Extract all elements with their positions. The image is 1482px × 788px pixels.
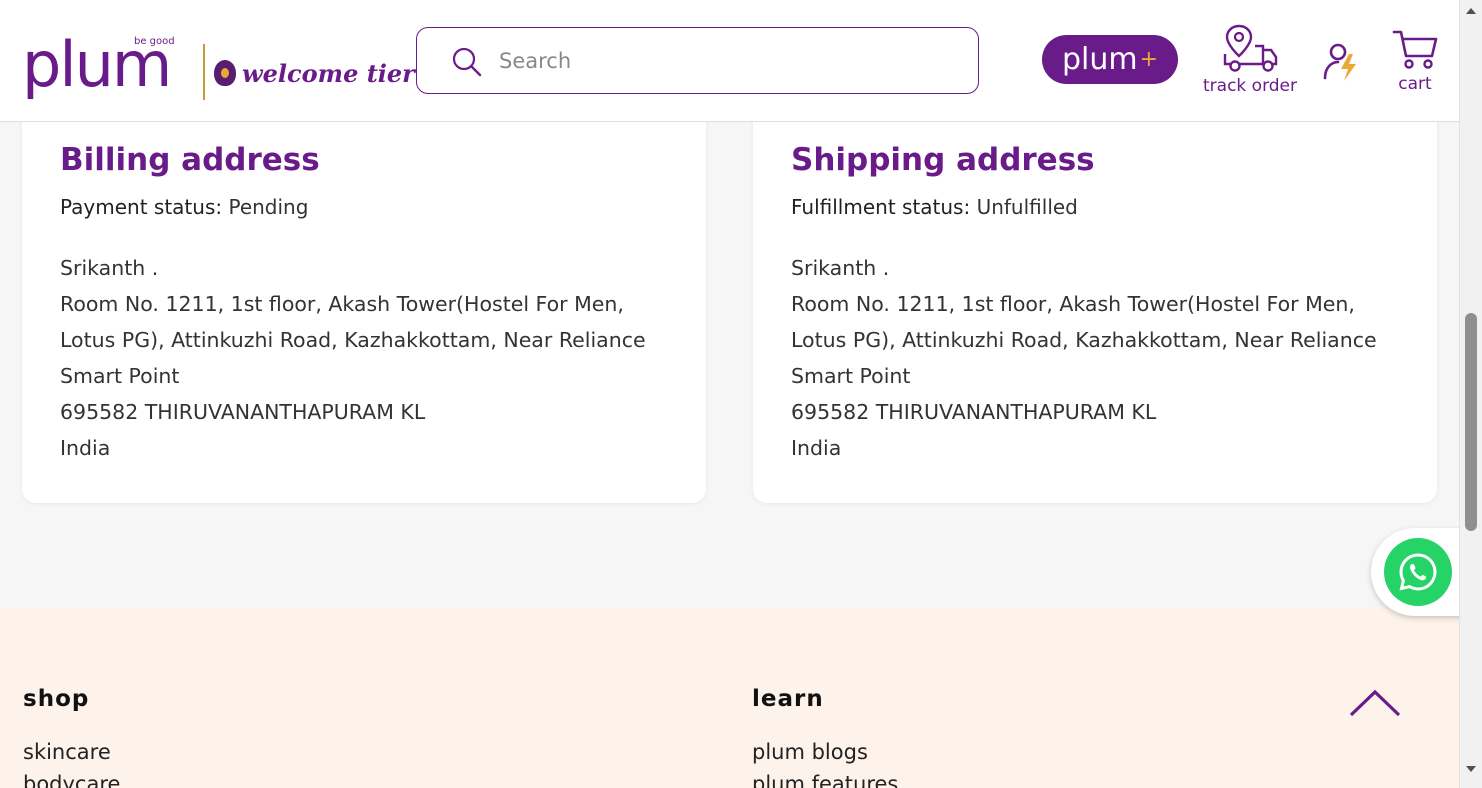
search-input[interactable] xyxy=(499,42,939,80)
site-footer: shop skincare bodycare learn plum blogs … xyxy=(0,608,1459,788)
plum-plus-label: plum xyxy=(1061,42,1138,77)
whatsapp-icon xyxy=(1399,553,1437,591)
address-line: 695582 THIRUVANANTHAPURAM KL xyxy=(791,400,1157,424)
billing-address-lines: Srikanth . Room No. 1211, 1st floor, Aka… xyxy=(60,250,670,466)
footer-shop-column: shop skincare bodycare xyxy=(23,686,120,788)
profile-button[interactable] xyxy=(1322,40,1362,82)
address-line: 695582 THIRUVANANTHAPURAM KL xyxy=(60,400,426,424)
payment-status-key: Payment status: xyxy=(60,195,223,219)
site-header: plum be good welcome tier plum+ track or… xyxy=(0,0,1459,122)
tier-label: welcome tier xyxy=(242,58,415,88)
logo-divider xyxy=(203,44,205,100)
truck-location-icon xyxy=(1223,24,1278,72)
search-icon xyxy=(452,47,482,77)
scroll-thumb[interactable] xyxy=(1465,313,1477,531)
whatsapp-button[interactable] xyxy=(1384,538,1452,606)
page-scrollbar[interactable] xyxy=(1459,0,1482,788)
payment-status: Payment status: Pending xyxy=(60,195,308,219)
fulfillment-status-value: Unfulfilled xyxy=(976,195,1078,219)
logo-tagline: be good xyxy=(134,36,175,47)
address-line: Lotus PG), Attinkuzhi Road, Kazhakkottam… xyxy=(60,328,646,352)
footer-shop-heading: shop xyxy=(23,686,90,712)
address-line: Srikanth . xyxy=(60,256,159,280)
plum-fruit-icon xyxy=(214,60,236,86)
address-line: Smart Point xyxy=(791,364,911,388)
address-line: India xyxy=(60,436,111,460)
cart-icon xyxy=(1392,30,1438,69)
cart-button[interactable]: cart xyxy=(1390,28,1440,94)
tier-badge-group: welcome tier xyxy=(214,58,415,88)
plum-plus-suffix: + xyxy=(1139,47,1159,72)
address-line: India xyxy=(791,436,842,460)
profile-icon xyxy=(1323,43,1356,81)
fulfillment-status-key: Fulfillment status: xyxy=(791,195,971,219)
billing-address-card: Billing address Payment status: Pending … xyxy=(22,100,706,503)
address-line: Srikanth . xyxy=(791,256,890,280)
scroll-up-arrow[interactable] xyxy=(1466,8,1476,14)
fulfillment-status: Fulfillment status: Unfulfilled xyxy=(791,195,1078,219)
shipping-address-card: Shipping address Fulfillment status: Unf… xyxy=(753,100,1437,503)
footer-link-skincare[interactable]: skincare xyxy=(23,740,120,764)
plum-logo[interactable]: plum be good xyxy=(22,34,192,106)
payment-status-value: Pending xyxy=(228,195,309,219)
cart-label: cart xyxy=(1398,74,1432,94)
address-line: Room No. 1211, 1st floor, Akash Tower(Ho… xyxy=(60,292,624,316)
track-order-label: track order xyxy=(1203,76,1297,96)
track-order-button[interactable]: track order xyxy=(1200,22,1300,98)
footer-learn-column: learn plum blogs plum features xyxy=(752,686,898,788)
search-bar[interactable] xyxy=(416,27,979,94)
scroll-down-arrow[interactable] xyxy=(1466,766,1476,772)
shipping-address-title: Shipping address xyxy=(791,142,1095,178)
footer-link-bodycare[interactable]: bodycare xyxy=(23,772,120,788)
address-line: Smart Point xyxy=(60,364,180,388)
whatsapp-float xyxy=(1371,528,1467,616)
billing-address-title: Billing address xyxy=(60,142,320,178)
footer-link-plum-blogs[interactable]: plum blogs xyxy=(752,740,898,764)
footer-link-plum-features[interactable]: plum features xyxy=(752,772,898,788)
plum-plus-button[interactable]: plum + xyxy=(1042,35,1178,84)
address-line: Lotus PG), Attinkuzhi Road, Kazhakkottam… xyxy=(791,328,1377,352)
address-line: Room No. 1211, 1st floor, Akash Tower(Ho… xyxy=(791,292,1355,316)
chevron-up-icon[interactable] xyxy=(1348,688,1402,718)
footer-learn-heading: learn xyxy=(752,686,824,712)
shipping-address-lines: Srikanth . Room No. 1211, 1st floor, Aka… xyxy=(791,250,1401,466)
